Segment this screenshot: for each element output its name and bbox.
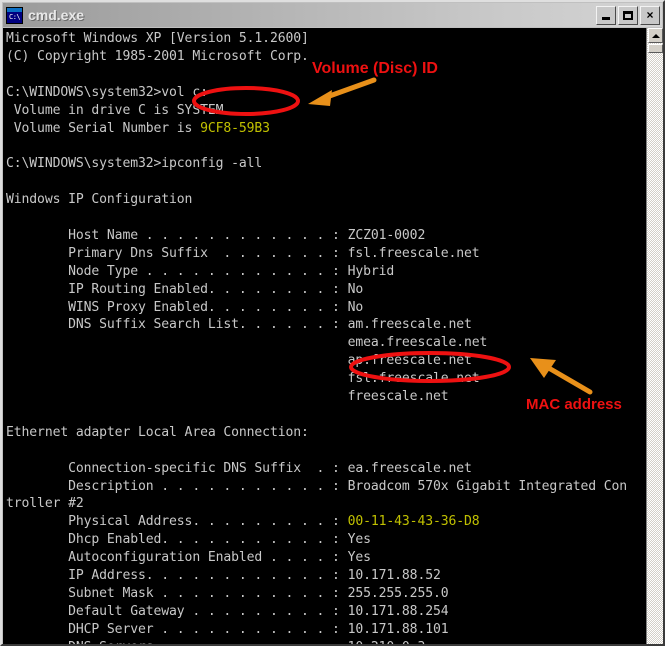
console-line: Host Name . . . . . . . . . . . . : ZCZ0… bbox=[6, 227, 426, 243]
console-line: Physical Address. . . . . . . . . : 00-1… bbox=[6, 514, 480, 530]
highlighted-value: 9CF8-59B3 bbox=[200, 120, 270, 136]
scroll-up-arrow[interactable] bbox=[648, 28, 663, 43]
cmd-window: C:\ cmd.exe × Microsoft Windows XP [Vers… bbox=[0, 0, 665, 646]
window-title: cmd.exe bbox=[28, 7, 85, 23]
console-line: C:\WINDOWS\system32>ipconfig -all bbox=[6, 156, 263, 172]
console-line: emea.freescale.net bbox=[6, 335, 488, 351]
title-bar[interactable]: C:\ cmd.exe × bbox=[3, 3, 662, 27]
console-line: DNS Suffix Search List. . . . . . : am.f… bbox=[6, 317, 472, 333]
console-line: troller #2 bbox=[6, 496, 84, 512]
console-line: Subnet Mask . . . . . . . . . . . : 255.… bbox=[6, 586, 449, 601]
console-line: Volume in drive C is SYSTEM bbox=[6, 102, 224, 118]
icon-prompt-glyph: C:\ bbox=[9, 12, 21, 21]
console-line: Connection-specific DNS Suffix . : ea.fr… bbox=[6, 460, 472, 476]
close-icon: × bbox=[646, 8, 654, 22]
console-line: DHCP Server . . . . . . . . . . . : 10.1… bbox=[6, 621, 449, 637]
console-line: Volume Serial Number is 9CF8-59B3 bbox=[6, 120, 270, 136]
console-line: Description . . . . . . . . . . . : Broa… bbox=[6, 478, 628, 494]
minimize-button[interactable] bbox=[596, 5, 616, 25]
console-line: IP Routing Enabled. . . . . . . . : No bbox=[6, 281, 364, 297]
vertical-scrollbar[interactable] bbox=[646, 28, 663, 644]
console-line: Ethernet adapter Local Area Connection: bbox=[6, 424, 309, 440]
cmd-console-icon: C:\ bbox=[6, 6, 23, 24]
console-line: Microsoft Windows XP [Version 5.1.2600] bbox=[6, 31, 309, 46]
icon-title-strip bbox=[7, 7, 22, 12]
volume-id-annotation-label: Volume (Disc) ID bbox=[312, 60, 438, 77]
console-text: Microsoft Windows XP [Version 5.1.2600](… bbox=[6, 30, 628, 644]
maximize-icon bbox=[623, 10, 633, 20]
console-line: Node Type . . . . . . . . . . . . : Hybr… bbox=[6, 263, 395, 279]
console-line: fsl.freescale.net bbox=[6, 371, 480, 387]
console-line: IP Address. . . . . . . . . . . . : 10.1… bbox=[6, 568, 441, 584]
minimize-icon bbox=[602, 16, 610, 20]
console-line: Primary Dns Suffix . . . . . . . : fsl.f… bbox=[6, 245, 480, 261]
highlighted-value: 00-11-43-43-36-D8 bbox=[347, 514, 480, 530]
console-line: C:\WINDOWS\system32>vol c: bbox=[6, 84, 208, 100]
console-line: Windows IP Configuration bbox=[6, 192, 193, 208]
mac-address-annotation-label: MAC address bbox=[526, 396, 622, 413]
console-line: WINS Proxy Enabled. . . . . . . . : No bbox=[6, 299, 364, 315]
maximize-button[interactable] bbox=[618, 5, 638, 25]
scroll-thumb[interactable] bbox=[648, 44, 663, 53]
chevron-up-icon bbox=[651, 33, 660, 38]
console-line: Dhcp Enabled. . . . . . . . . . . : Yes bbox=[6, 532, 371, 548]
console-line: Default Gateway . . . . . . . . . : 10.1… bbox=[6, 603, 449, 619]
console-line: Autoconfiguration Enabled . . . . : Yes bbox=[6, 550, 371, 566]
console-output-area[interactable]: Microsoft Windows XP [Version 5.1.2600](… bbox=[3, 28, 662, 644]
console-line: ap.freescale.net bbox=[6, 353, 472, 369]
close-button[interactable]: × bbox=[640, 5, 660, 25]
console-line: DNS Servers . . . . . . . . . . . : 10.2… bbox=[6, 639, 626, 644]
